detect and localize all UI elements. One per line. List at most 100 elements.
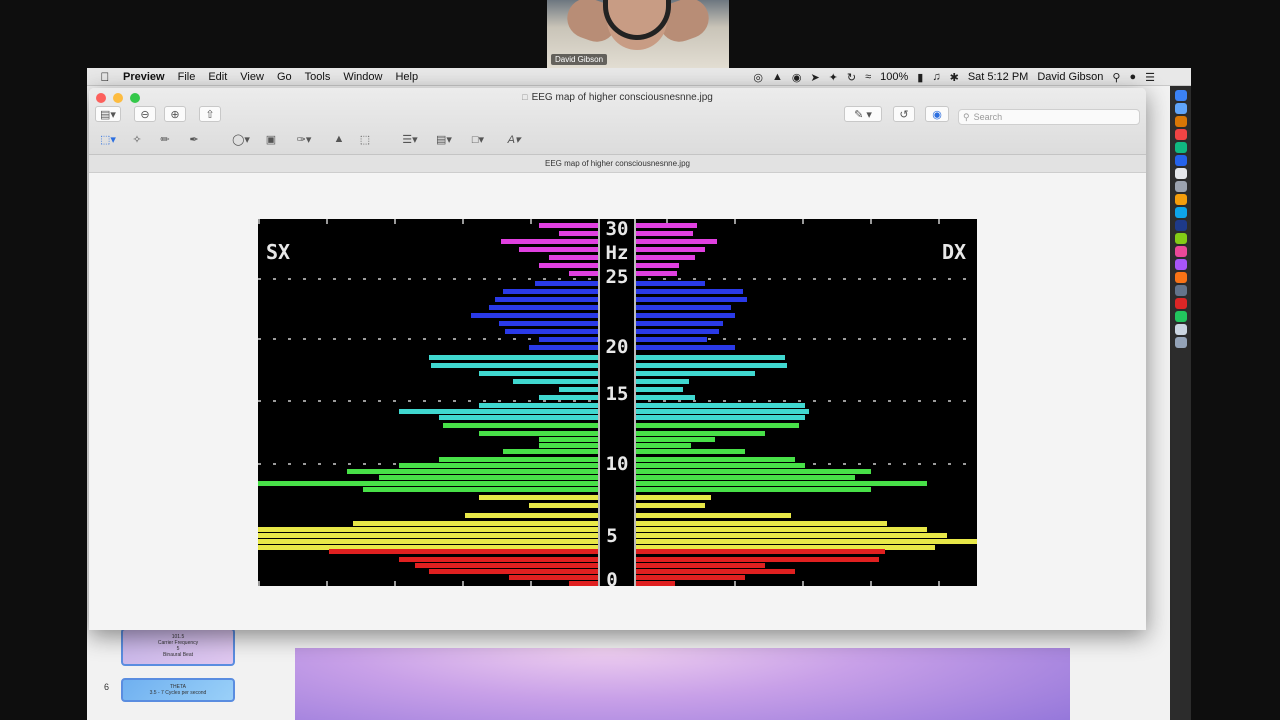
eeg-bar-left [363,487,599,492]
eeg-bar-right [635,289,743,294]
eeg-bar-left [519,247,599,252]
eeg-bar-left [529,503,599,508]
search-icon: ⚲ [963,111,970,122]
window-title: EEG map of higher consciousnesnne.jpg [531,92,713,103]
eeg-bar-left [443,423,599,428]
time-machine-icon[interactable]: ↻ [847,71,856,84]
eeg-tick-bottom [394,581,396,586]
markup-toolbar-button[interactable]: ◉ [925,106,949,122]
illustrator-icon[interactable] [1174,272,1187,283]
pdf-icon[interactable] [1174,298,1187,309]
trash-icon[interactable] [1174,337,1187,348]
zoom-out-button[interactable]: ⊖ [134,106,156,122]
calendar-icon[interactable] [1174,129,1187,140]
fill-color-icon[interactable]: □▾ [465,131,491,147]
preview-icon[interactable] [1174,324,1187,335]
eeg-bar-left [471,313,599,318]
music-icon[interactable] [1174,246,1187,257]
eeg-bar-right [635,297,747,302]
participant-video[interactable]: David Gibson [547,0,729,68]
slide-number-6: 6 [104,682,110,692]
notification-center-icon[interactable]: ☰ [1145,71,1155,84]
slide-thumbnail-5[interactable]: 101.5 Carrier Frequency 5 Binaural Beat [121,628,235,666]
eeg-image[interactable]: SX DX 30 Hz 25 20 15 10 5 0 [258,219,977,586]
eeg-bar-right [635,557,879,562]
wifi-icon[interactable]: ≈ [865,71,871,83]
battery-icon[interactable]: ▮ [917,71,923,84]
adjust-color-icon[interactable]: ▲ [329,131,349,147]
selection-tool-icon[interactable]: ⬚▾ [95,131,121,147]
podcast-icon[interactable] [1174,259,1187,270]
text-style-icon[interactable]: A▾ [501,131,527,147]
eeg-bar-left [535,281,599,286]
chrome-icon[interactable] [1174,116,1187,127]
finder-icon[interactable] [1174,90,1187,101]
eeg-axis-label-25: 25 [606,266,629,288]
bluetooth-icon[interactable]: ✱ [950,71,959,84]
eeg-tick-top [530,219,532,224]
eeg-bar-right [635,443,691,448]
sketch-icon[interactable]: ✏ [155,131,175,147]
sidebar-toggle-button[interactable]: ▤▾ [95,106,121,122]
slide-thumbnail-6[interactable]: THETA 3.5 - 7 Cycles per second [121,678,235,702]
menu-help[interactable]: Help [395,71,427,83]
draw-icon[interactable]: ✒ [183,131,205,147]
eeg-bar-left [529,345,599,350]
safari-icon[interactable] [1174,103,1187,114]
zoom-icon[interactable] [1174,207,1187,218]
window-toolbar: □ EEG map of higher consciousnesnne.jpg ▤… [89,88,1146,155]
menu-edit[interactable]: Edit [208,71,236,83]
accessibility-icon[interactable]: ◎ [753,71,763,84]
app-store-icon[interactable]: ▲ [772,71,783,83]
eeg-tick-bottom [870,581,872,586]
border-color-icon[interactable]: ▤▾ [431,131,457,147]
eeg-bar-right [635,409,809,414]
messages-icon[interactable] [1174,142,1187,153]
eeg-bar-left [539,223,599,228]
rocket-icon[interactable]: ✦ [829,71,838,84]
zoom-in-button[interactable]: ⊕ [164,106,186,122]
keynote-icon[interactable] [1174,194,1187,205]
eeg-bar-right [635,321,723,326]
siri-icon[interactable]: ● [1129,71,1136,83]
volume-icon[interactable]: ♫ [932,71,940,83]
settings-icon[interactable] [1174,181,1187,192]
dreamweaver-icon[interactable] [1174,233,1187,244]
sign-icon[interactable]: ✑▾ [289,131,319,147]
shape-style-icon[interactable]: ☰▾ [397,131,423,147]
instant-alpha-icon[interactable]: ✧ [127,131,147,147]
menu-app-name[interactable]: Preview [123,71,174,83]
eeg-axis-label-15: 15 [606,383,629,405]
spotlight-icon[interactable]: ⚲ [1112,71,1120,84]
search-field[interactable]: ⚲ Search [958,109,1140,125]
terminal-icon[interactable] [1174,285,1187,296]
facetime-icon[interactable] [1174,311,1187,322]
markup-pen-button[interactable]: ✎ ▾ [844,106,882,122]
shapes-icon[interactable]: ◯▾ [227,131,255,147]
menu-view[interactable]: View [240,71,273,83]
eeg-bar-left [379,475,599,480]
adjust-size-icon[interactable]: ⬚ [355,131,375,147]
eeg-bar-right [635,387,683,392]
mail-icon[interactable] [1174,155,1187,166]
notes-icon[interactable] [1174,168,1187,179]
eeg-bar-right [635,521,887,526]
photoshop-icon[interactable] [1174,220,1187,231]
eeg-bar-right [635,403,805,408]
vpn-icon[interactable]: ◉ [792,71,802,84]
eeg-bar-left [258,527,599,532]
menu-file[interactable]: File [178,71,205,83]
share-button[interactable]: ⇧ [199,106,221,122]
menu-tools[interactable]: Tools [305,71,340,83]
menu-window[interactable]: Window [343,71,391,83]
rotate-button[interactable]: ↺ [893,106,915,122]
menu-go[interactable]: Go [277,71,301,83]
menubar-clock[interactable]: Sat 5:12 PM [968,71,1029,83]
send-icon[interactable]: ➤ [810,71,819,84]
text-tool-icon[interactable]: ▣ [261,131,281,147]
apple-icon[interactable]:  [87,70,123,84]
menubar-user[interactable]: David Gibson [1037,71,1103,83]
eeg-tick-bottom [258,581,260,586]
eeg-bar-right [635,371,755,376]
toolbar-row-markup: ⬚▾ ✧ ✏ ✒ ◯▾ ▣ ✑▾ ▲ ⬚ ☰▾ ▤▾ □▾ A▾ [89,131,1146,153]
